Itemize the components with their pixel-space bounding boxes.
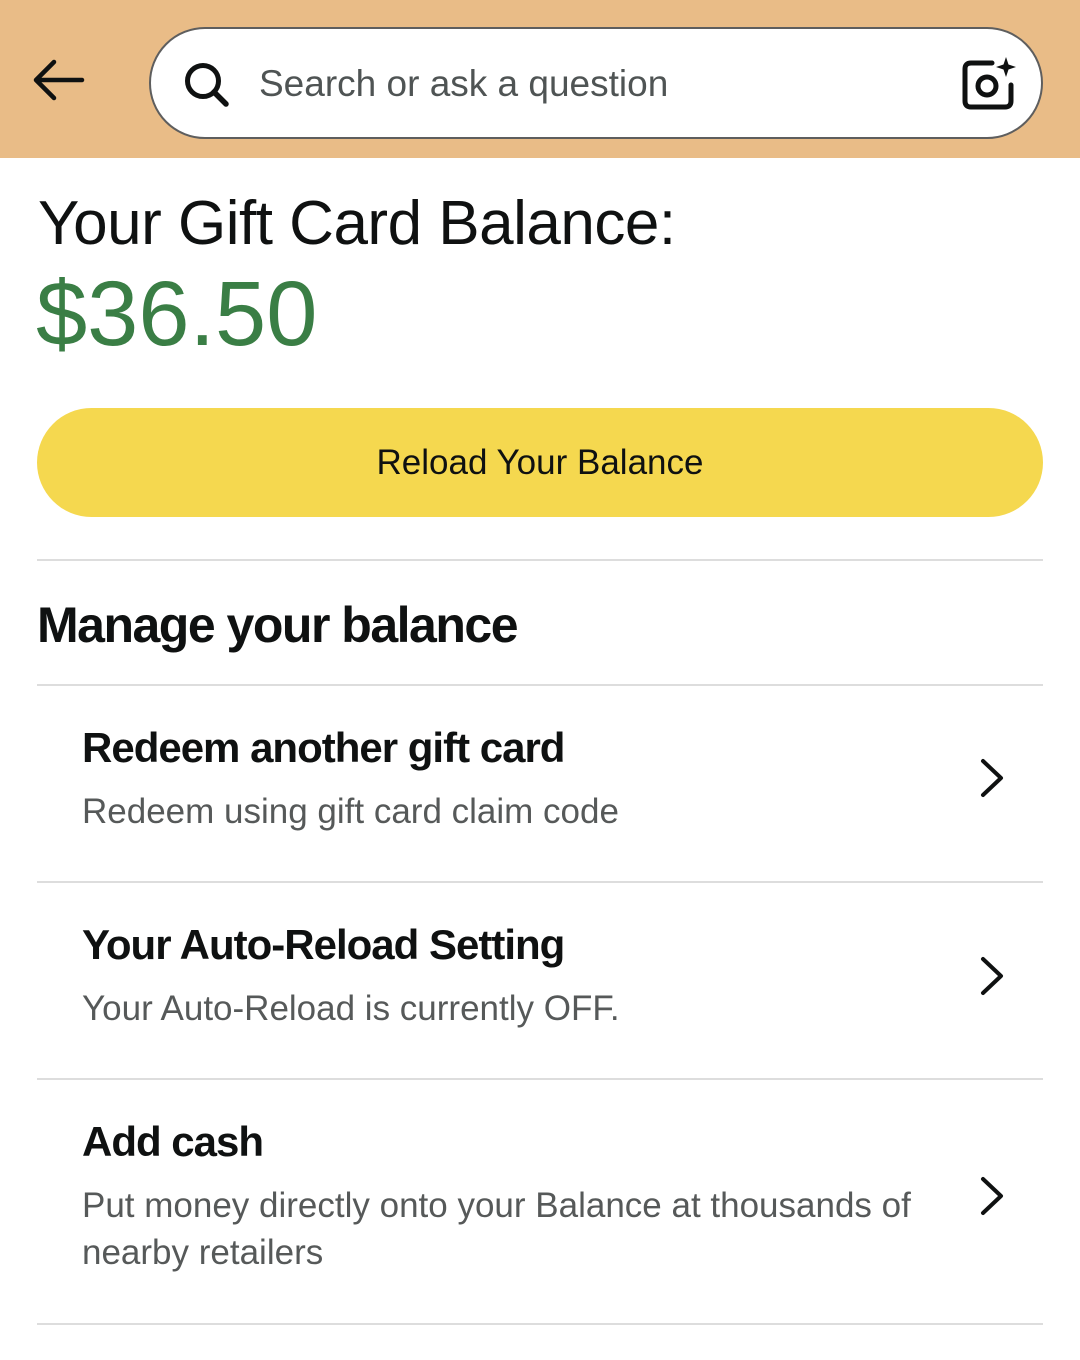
row-title: Your Auto-Reload Setting	[82, 921, 565, 968]
search-input[interactable]	[259, 49, 939, 119]
row-title: Redeem another gift card	[82, 724, 565, 771]
row-subtitle: Your Auto-Reload is currently OFF.	[82, 989, 620, 1028]
balance-amount: $36.50	[36, 263, 318, 365]
manage-balance-heading: Manage your balance	[37, 597, 519, 653]
redeem-gift-card-row[interactable]: Redeem another gift card Redeem using gi…	[37, 686, 1043, 881]
divider	[37, 559, 1043, 561]
camera-icon[interactable]	[959, 55, 1019, 115]
row-subtitle: Put money directly onto your Balance at …	[82, 1186, 911, 1272]
balance-title: Your Gift Card Balance:	[38, 189, 676, 258]
divider	[37, 1323, 1043, 1325]
row-subtitle: Redeem using gift card claim code	[82, 792, 619, 831]
chevron-right-icon	[981, 957, 1003, 995]
search-box[interactable]	[149, 27, 1043, 139]
arrow-left-icon	[33, 59, 85, 101]
reload-balance-button[interactable]: Reload Your Balance	[37, 408, 1043, 517]
search-icon[interactable]	[181, 59, 233, 111]
row-title: Add cash	[82, 1118, 264, 1165]
chevron-right-icon	[981, 1177, 1003, 1215]
back-button[interactable]	[26, 50, 90, 110]
add-cash-row[interactable]: Add cash Put money directly onto your Ba…	[37, 1080, 1043, 1323]
top-search-bar	[0, 0, 1080, 158]
auto-reload-setting-row[interactable]: Your Auto-Reload Setting Your Auto-Reloa…	[37, 883, 1043, 1078]
chevron-right-icon	[981, 759, 1003, 797]
